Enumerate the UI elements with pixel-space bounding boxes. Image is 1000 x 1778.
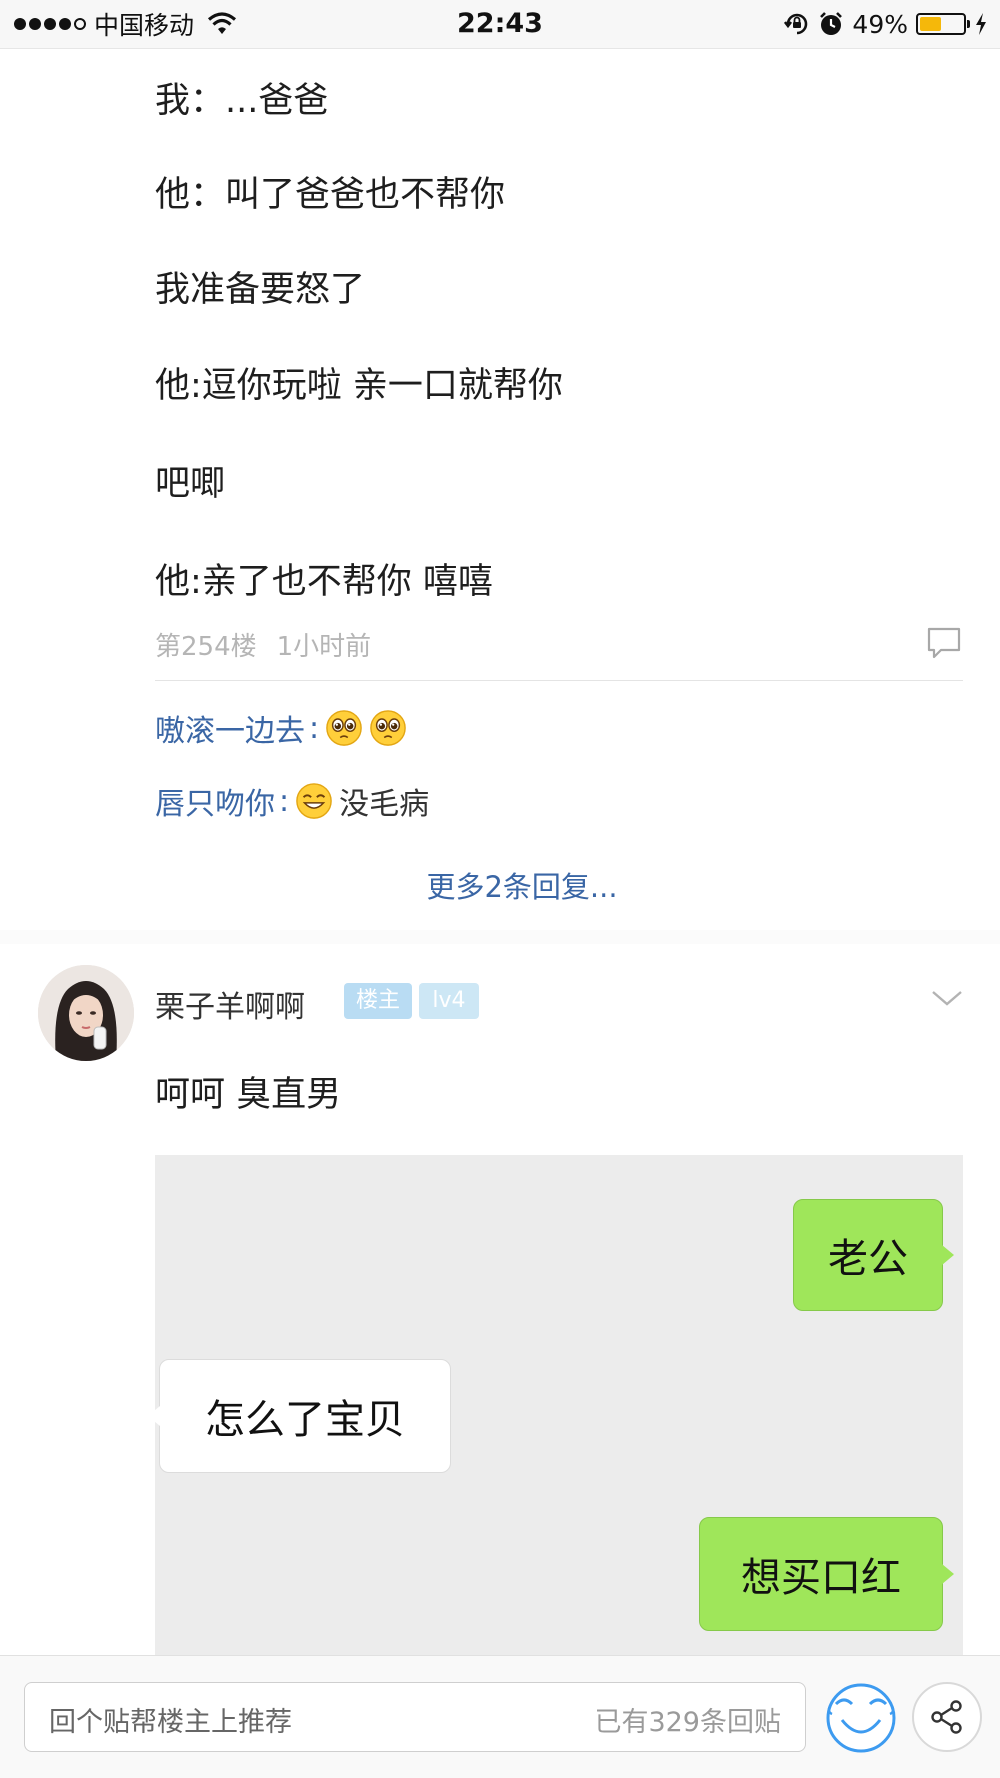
smiling-face-emoji-icon: [296, 783, 332, 819]
reply-separator: :: [279, 783, 290, 819]
owner-badge: 楼主: [344, 983, 412, 1019]
alarm-icon: [820, 12, 843, 35]
emoji-face-icon[interactable]: [822, 1678, 900, 1756]
chat-bubble-left: 怎么了宝贝: [155, 1359, 451, 1473]
floor-separator: [0, 930, 1000, 944]
more-replies-link[interactable]: 更多2条回复...: [0, 864, 1000, 906]
chevron-down-icon[interactable]: [930, 988, 964, 1008]
rotation-lock-icon: [784, 13, 808, 35]
pleading-face-emoji-icon: [326, 710, 362, 746]
share-button[interactable]: [912, 1682, 982, 1752]
status-bar: 中国移动 22:43 49%: [0, 0, 1000, 49]
post-line: 吧唧: [155, 464, 226, 504]
post-line: 他:亲了也不帮你 嘻嘻: [155, 562, 493, 602]
share-icon: [931, 1700, 962, 1734]
chat-screenshot-image[interactable]: 老公 怎么了宝贝 想买口红: [155, 1155, 963, 1655]
chat-bubble-right: 想买口红: [699, 1517, 954, 1631]
charging-icon: [976, 13, 986, 35]
floor-text: 呵呵 臭直男: [155, 1075, 342, 1115]
reply-separator: :: [309, 710, 320, 746]
battery-level: [920, 17, 941, 31]
reply-input[interactable]: 回个贴帮楼主上推荐 已有329条回贴: [24, 1682, 806, 1752]
floor-number: 第254楼: [155, 632, 257, 662]
post-line: 他:逗你玩啦 亲一口就帮你: [155, 366, 563, 406]
reply-username[interactable]: 唇只吻你: [155, 779, 275, 823]
bottom-bar: 回个贴帮楼主上推荐 已有329条回贴: [0, 1655, 1000, 1778]
post-line: 我准备要怒了: [155, 270, 366, 310]
battery-icon: [916, 13, 970, 35]
reply-count: 已有329条回贴: [594, 1707, 781, 1738]
reply-text: 没毛病: [339, 787, 430, 822]
more-replies-label[interactable]: 更多2条回复...: [426, 870, 617, 904]
post-line: 我：...爸爸: [155, 81, 329, 121]
reply-item[interactable]: 唇只吻你 : 没毛病: [155, 779, 429, 823]
username[interactable]: 栗子羊啊啊: [155, 982, 305, 1026]
reply-input-placeholder[interactable]: 回个贴帮楼主上推荐: [49, 1700, 292, 1739]
floor-meta: 第254楼 1小时前: [155, 626, 371, 663]
level-badge: lv4: [419, 983, 479, 1019]
status-bar-right: 49%: [784, 8, 988, 40]
post-line: 他：叫了爸爸也不帮你: [155, 175, 506, 215]
pleading-face-emoji-icon: [370, 710, 406, 746]
reply-item[interactable]: 嗷滚一边去 :: [155, 706, 413, 750]
avatar[interactable]: [38, 965, 134, 1061]
battery-percent: 49%: [852, 9, 908, 39]
post-time: 1小时前: [276, 632, 372, 662]
comment-icon[interactable]: [926, 626, 962, 660]
chat-bubble-right: 老公: [793, 1199, 954, 1311]
divider: [155, 680, 963, 681]
reply-username[interactable]: 嗷滚一边去: [155, 706, 305, 750]
avatar-image: [38, 965, 134, 1061]
